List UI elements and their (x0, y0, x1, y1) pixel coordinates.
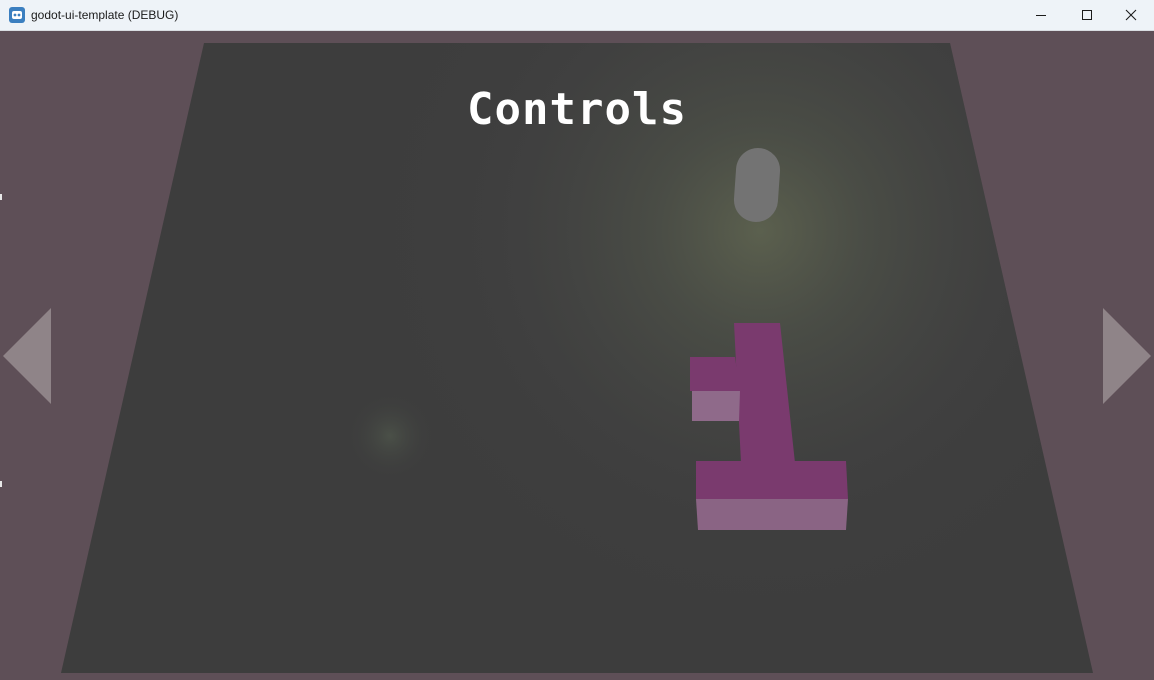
minimize-icon (1036, 15, 1046, 16)
floor-light-spot (345, 391, 435, 481)
game-viewport[interactable]: Controls (0, 31, 1154, 680)
previous-page-button[interactable] (3, 308, 51, 404)
triangle-right-icon (1103, 308, 1151, 404)
player-capsule (733, 148, 781, 222)
minimize-button[interactable] (1018, 0, 1064, 30)
next-page-button[interactable] (1103, 308, 1151, 404)
maximize-button[interactable] (1064, 0, 1110, 30)
edge-mark (0, 481, 2, 487)
page-heading: Controls (467, 84, 687, 136)
triangle-left-icon (3, 308, 51, 404)
godot-app-icon (9, 7, 25, 23)
window-title: godot-ui-template (DEBUG) (31, 8, 179, 22)
close-button[interactable] (1108, 0, 1154, 30)
title-bar[interactable]: godot-ui-template (DEBUG) (0, 0, 1154, 31)
close-icon (1125, 9, 1137, 21)
edge-mark (0, 194, 2, 200)
maximize-icon (1082, 10, 1092, 20)
app-window: godot-ui-template (DEBUG) Controls (0, 0, 1154, 680)
